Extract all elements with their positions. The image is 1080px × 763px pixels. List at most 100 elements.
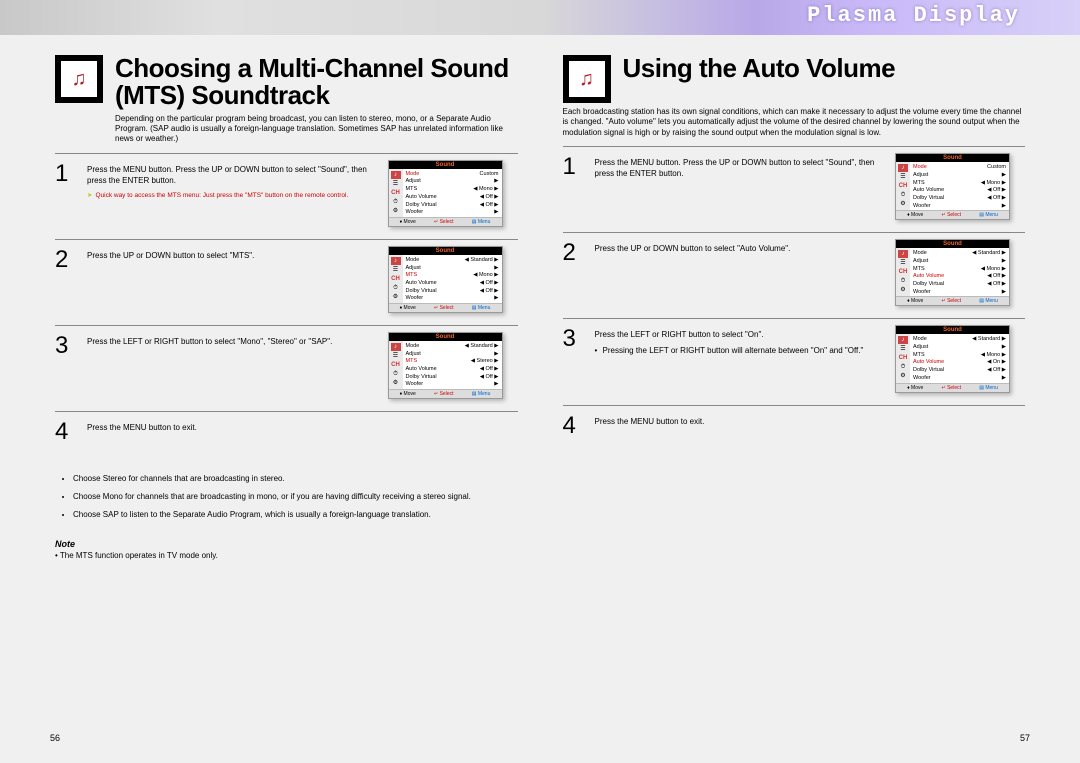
menu-row: Adjust▶: [913, 258, 1006, 266]
step-number: 3: [55, 332, 77, 399]
menu-row: ModeCustom: [406, 171, 499, 179]
intro-right: Each broadcasting station has its own si…: [563, 107, 1026, 138]
screen-title: Sound: [896, 154, 1009, 162]
menu-row: MTS◀ Mono ▶: [406, 186, 499, 194]
menu-row: Mode◀ Standard ▶: [406, 257, 499, 265]
menu-row: Mode◀ Standard ▶: [406, 343, 499, 351]
step-number: 1: [563, 153, 585, 220]
step: 2 Press the UP or DOWN button to select …: [55, 239, 518, 325]
menu-row: Woofer▶: [913, 375, 1006, 383]
screen-sidebar-icons: ♪ ☰ CH ⏱ ⚙: [389, 341, 403, 389]
step: 3 Press the LEFT or RIGHT button to sele…: [55, 325, 518, 411]
screen-sidebar-icons: ♪ ☰ CH ⏱ ⚙: [896, 162, 910, 210]
menu-row: Dolby Virtual◀ Off ▶: [913, 281, 1006, 289]
step-number: 2: [563, 239, 585, 306]
screen-title: Sound: [389, 333, 502, 341]
heading-row-right: ♫ Using the Auto Volume: [563, 55, 1026, 103]
page-number-right: 57: [1020, 733, 1030, 743]
menu-row: MTS◀ Mono ▶: [406, 272, 499, 280]
step-body: Press the UP or DOWN button to select "A…: [595, 239, 886, 306]
screen-thumbnail: Sound ♪ ☰ CH ⏱ ⚙ Mode◀ Standard ▶Adjust▶…: [388, 246, 518, 313]
menu-row: Adjust▶: [913, 172, 1006, 180]
right-column: ♫ Using the Auto Volume Each broadcastin…: [533, 55, 1041, 560]
menu-row: MTS◀ Mono ▶: [913, 266, 1006, 274]
step-body: Press the MENU button to exit.: [87, 418, 518, 447]
menu-row: Adjust▶: [406, 351, 499, 359]
menu-row: Woofer▶: [406, 295, 499, 303]
menu-row: MTS◀ Mono ▶: [913, 352, 1006, 360]
screen-title: Sound: [389, 247, 502, 255]
menu-row: Auto Volume◀ Off ▶: [913, 187, 1006, 195]
menu-row: Auto Volume◀ Off ▶: [406, 280, 499, 288]
bullet-item: Choose SAP to listen to the Separate Aud…: [73, 509, 518, 521]
menu-row: Woofer▶: [406, 381, 499, 389]
bullet-item: Choose Stereo for channels that are broa…: [73, 473, 518, 485]
screen-footer: ♦ Move↵ Select▤ Menu: [389, 389, 502, 398]
step: 1 Press the MENU button. Press the UP or…: [563, 146, 1026, 232]
music-icon: ♫: [55, 55, 103, 103]
screen-thumbnail: Sound ♪ ☰ CH ⏱ ⚙ Mode◀ Standard ▶Adjust▶…: [388, 332, 518, 399]
screen-thumbnail: Sound ♪ ☰ CH ⏱ ⚙ Mode◀ Standard ▶Adjust▶…: [895, 325, 1025, 392]
step-body: Press the MENU button to exit.: [595, 412, 1026, 441]
page-content: ♫ Choosing a Multi-Channel Sound (MTS) S…: [0, 35, 1080, 560]
menu-row: Woofer▶: [913, 289, 1006, 297]
screen-footer: ♦ Move↵ Select▤ Menu: [389, 217, 502, 226]
left-column: ♫ Choosing a Multi-Channel Sound (MTS) S…: [40, 55, 533, 560]
step-body: Press the MENU button. Press the UP or D…: [87, 160, 378, 227]
menu-row: Auto Volume◀ Off ▶: [913, 273, 1006, 281]
screen-sidebar-icons: ♪ ☰ CH ⏱ ⚙: [896, 248, 910, 296]
menu-row: Woofer▶: [913, 203, 1006, 211]
screen-thumbnail: Sound ♪ ☰ CH ⏱ ⚙ Mode◀ Standard ▶Adjust▶…: [895, 239, 1025, 306]
menu-row: Mode◀ Standard ▶: [913, 250, 1006, 258]
menu-row: Auto Volume◀ Off ▶: [406, 366, 499, 374]
step: 1 Press the MENU button. Press the UP or…: [55, 153, 518, 239]
screen-footer: ♦ Move↵ Select▤ Menu: [389, 303, 502, 312]
step: 4 Press the MENU button to exit.: [563, 405, 1026, 453]
heading-right: Using the Auto Volume: [623, 55, 896, 103]
screen-thumbnail: Sound ♪ ☰ CH ⏱ ⚙ ModeCustomAdjust▶MTS◀ M…: [895, 153, 1025, 220]
note-text: • The MTS function operates in TV mode o…: [55, 551, 518, 560]
step-number: 4: [55, 418, 77, 447]
screen-title: Sound: [896, 326, 1009, 334]
menu-row: ModeCustom: [913, 164, 1006, 172]
menu-row: Auto Volume◀ Off ▶: [406, 194, 499, 202]
menu-row: Dolby Virtual◀ Off ▶: [406, 288, 499, 296]
menu-row: Woofer▶: [406, 209, 499, 217]
music-icon: ♫: [563, 55, 611, 103]
step: 4 Press the MENU button to exit.: [55, 411, 518, 459]
screen-footer: ♦ Move↵ Select▤ Menu: [896, 210, 1009, 219]
step-body: Press the UP or DOWN button to select "M…: [87, 246, 378, 313]
screen-sidebar-icons: ♪ ☰ CH ⏱ ⚙: [896, 334, 910, 382]
menu-row: Dolby Virtual◀ Off ▶: [913, 195, 1006, 203]
step-body: Press the MENU button. Press the UP or D…: [595, 153, 886, 220]
screen-sidebar-icons: ♪ ☰ CH ⏱ ⚙: [389, 169, 403, 217]
menu-row: MTS◀ Stereo ▶: [406, 358, 499, 366]
screen-footer: ♦ Move↵ Select▤ Menu: [896, 296, 1009, 305]
intro-left: Depending on the particular program bein…: [115, 114, 518, 145]
menu-row: Auto Volume◀ On ▶: [913, 359, 1006, 367]
sub-note: Pressing the LEFT or RIGHT button will a…: [595, 345, 886, 356]
screen-title: Sound: [896, 240, 1009, 248]
menu-row: MTS◀ Mono ▶: [913, 180, 1006, 188]
bullets-left: Choose Stereo for channels that are broa…: [73, 473, 518, 521]
screen-sidebar-icons: ♪ ☰ CH ⏱ ⚙: [389, 255, 403, 303]
step-number: 1: [55, 160, 77, 227]
menu-row: Adjust▶: [406, 178, 499, 186]
note-label: Note: [55, 539, 518, 549]
menu-row: Dolby Virtual◀ Off ▶: [406, 202, 499, 210]
menu-row: Adjust▶: [406, 265, 499, 273]
heading-left: Choosing a Multi-Channel Sound (MTS) Sou…: [115, 55, 518, 110]
step-number: 2: [55, 246, 77, 313]
menu-row: Mode◀ Standard ▶: [913, 336, 1006, 344]
heading-row-left: ♫ Choosing a Multi-Channel Sound (MTS) S…: [55, 55, 518, 110]
menu-row: Dolby Virtual◀ Off ▶: [406, 374, 499, 382]
step-number: 4: [563, 412, 585, 441]
banner-title: Plasma Display: [807, 3, 1020, 28]
bullet-item: Choose Mono for channels that are broadc…: [73, 491, 518, 503]
step: 2 Press the UP or DOWN button to select …: [563, 232, 1026, 318]
page-number-left: 56: [50, 733, 60, 743]
screen-title: Sound: [389, 161, 502, 169]
top-banner: Plasma Display: [0, 0, 1080, 35]
quick-tip: ➤Quick way to access the MTS menu: Just …: [87, 192, 378, 200]
step-body: Press the LEFT or RIGHT button to select…: [595, 325, 886, 392]
